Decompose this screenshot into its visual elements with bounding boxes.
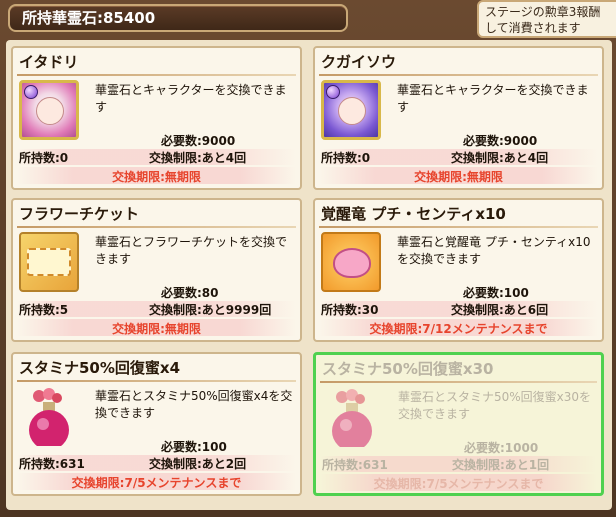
stamina-honey-icon: [322, 387, 382, 447]
title-divider: [17, 380, 296, 382]
exchange-card-stamina-honey-x30[interactable]: スタミナ50%回復蜜x30 華霊石とスタミナ50%回復蜜x30を交換できます 必…: [313, 352, 604, 496]
card-title: 覚醒竜 プチ・センティx10: [321, 205, 506, 223]
card-title: クガイソウ: [321, 53, 397, 71]
ticket-shape-icon: [27, 248, 71, 276]
exchange-period: 交換期限:7/5メンテナンスまで: [373, 477, 544, 491]
exchange-limit: 交換制限:あと6回: [451, 303, 549, 317]
owned-count: 所持数:631: [19, 457, 85, 471]
exchange-period: 交換期限:無期限: [414, 170, 503, 184]
exchange-period: 交換期限:7/5メンテナンスまで: [71, 476, 242, 490]
required-amount: 必要数:1000: [464, 441, 539, 455]
flower-ticket-icon: [19, 232, 79, 292]
character-face-icon: [338, 97, 366, 125]
owned-stones-label: 所持華霊石:85400: [22, 9, 156, 27]
notice-line-1: ステージの勲章3報酬: [485, 5, 601, 19]
card-description: 華霊石とフラワーチケットを交換できます: [95, 235, 288, 266]
card-description: 華霊石とスタミナ50%回復蜜x30を交換できます: [398, 390, 592, 421]
card-description: 華霊石と覚醒竜 プチ・センティx10を交換できます: [397, 235, 591, 266]
exchange-limit: 交換制限:あと9999回: [149, 303, 272, 317]
exchange-card-flower-ticket[interactable]: フラワーチケット 華霊石とフラワーチケットを交換できます 必要数:80 所持数:…: [11, 198, 302, 342]
exchange-card-stamina-honey-x4[interactable]: スタミナ50%回復蜜x4 華霊石とスタミナ50%回復蜜x4を交換できます 必要数…: [11, 352, 302, 496]
card-description: 華霊石とキャラクターを交換できます: [397, 83, 589, 114]
stage-notice: ステージの勲章3報酬 して消費されます: [477, 0, 616, 38]
title-divider: [17, 226, 296, 228]
character-face-icon: [36, 97, 64, 125]
exchange-card-kugaisou[interactable]: クガイソウ 華霊石とキャラクターを交換できます 必要数:9000 所持数:0 交…: [313, 46, 604, 190]
notice-line-2: して消費されます: [485, 21, 581, 35]
dragon-body-icon: [333, 248, 371, 278]
potion-bottle-icon: [29, 388, 69, 446]
card-description: 華霊石とスタミナ50%回復蜜x4を交換できます: [95, 389, 293, 420]
exchange-card-itadori[interactable]: イタドリ 華霊石とキャラクターを交換できます 必要数:9000 所持数:0 交換…: [11, 46, 302, 190]
owned-count: 所持数:0: [321, 151, 371, 165]
exchange-limit: 交換制限:あと4回: [451, 151, 549, 165]
exchange-card-awakening-dragon[interactable]: 覚醒竜 プチ・センティx10 華霊石と覚醒竜 プチ・センティx10を交換できます…: [313, 198, 604, 342]
element-orb-icon: [24, 85, 38, 99]
card-title: スタミナ50%回復蜜x4: [19, 359, 181, 377]
card-title: イタドリ: [19, 53, 79, 71]
required-amount: 必要数:100: [161, 440, 227, 454]
owned-count: 所持数:5: [19, 303, 69, 317]
character-itadori-icon: [19, 80, 79, 140]
owned-stones-display: 所持華霊石:85400: [8, 4, 348, 32]
potion-bottle-icon: [332, 389, 372, 447]
title-divider: [319, 226, 598, 228]
character-kugaisou-icon: [321, 80, 381, 140]
exchange-limit: 交換制限:あと2回: [149, 457, 247, 471]
title-divider: [319, 74, 598, 76]
exchange-period: 交換期限:無期限: [112, 170, 201, 184]
required-amount: 必要数:100: [463, 286, 529, 300]
title-divider: [17, 74, 296, 76]
awakening-dragon-icon: [321, 232, 381, 292]
exchange-period: 交換期限:7/12メンテナンスまで: [369, 322, 548, 336]
stamina-honey-icon: [19, 386, 79, 446]
required-amount: 必要数:9000: [463, 134, 538, 148]
exchange-list-panel: イタドリ 華霊石とキャラクターを交換できます 必要数:9000 所持数:0 交換…: [6, 40, 612, 510]
owned-count: 所持数:30: [321, 303, 379, 317]
card-title: フラワーチケット: [19, 205, 140, 223]
exchange-limit: 交換制限:あと1回: [452, 458, 550, 472]
exchange-period: 交換期限:無期限: [112, 322, 201, 336]
required-amount: 必要数:80: [161, 286, 219, 300]
required-amount: 必要数:9000: [161, 134, 236, 148]
owned-count: 所持数:0: [19, 151, 69, 165]
owned-count: 所持数:631: [322, 458, 388, 472]
element-orb-icon: [326, 85, 340, 99]
exchange-limit: 交換制限:あと4回: [149, 151, 247, 165]
card-description: 華霊石とキャラクターを交換できます: [95, 83, 287, 114]
title-divider: [320, 381, 597, 383]
card-title: スタミナ50%回復蜜x30: [322, 360, 494, 378]
